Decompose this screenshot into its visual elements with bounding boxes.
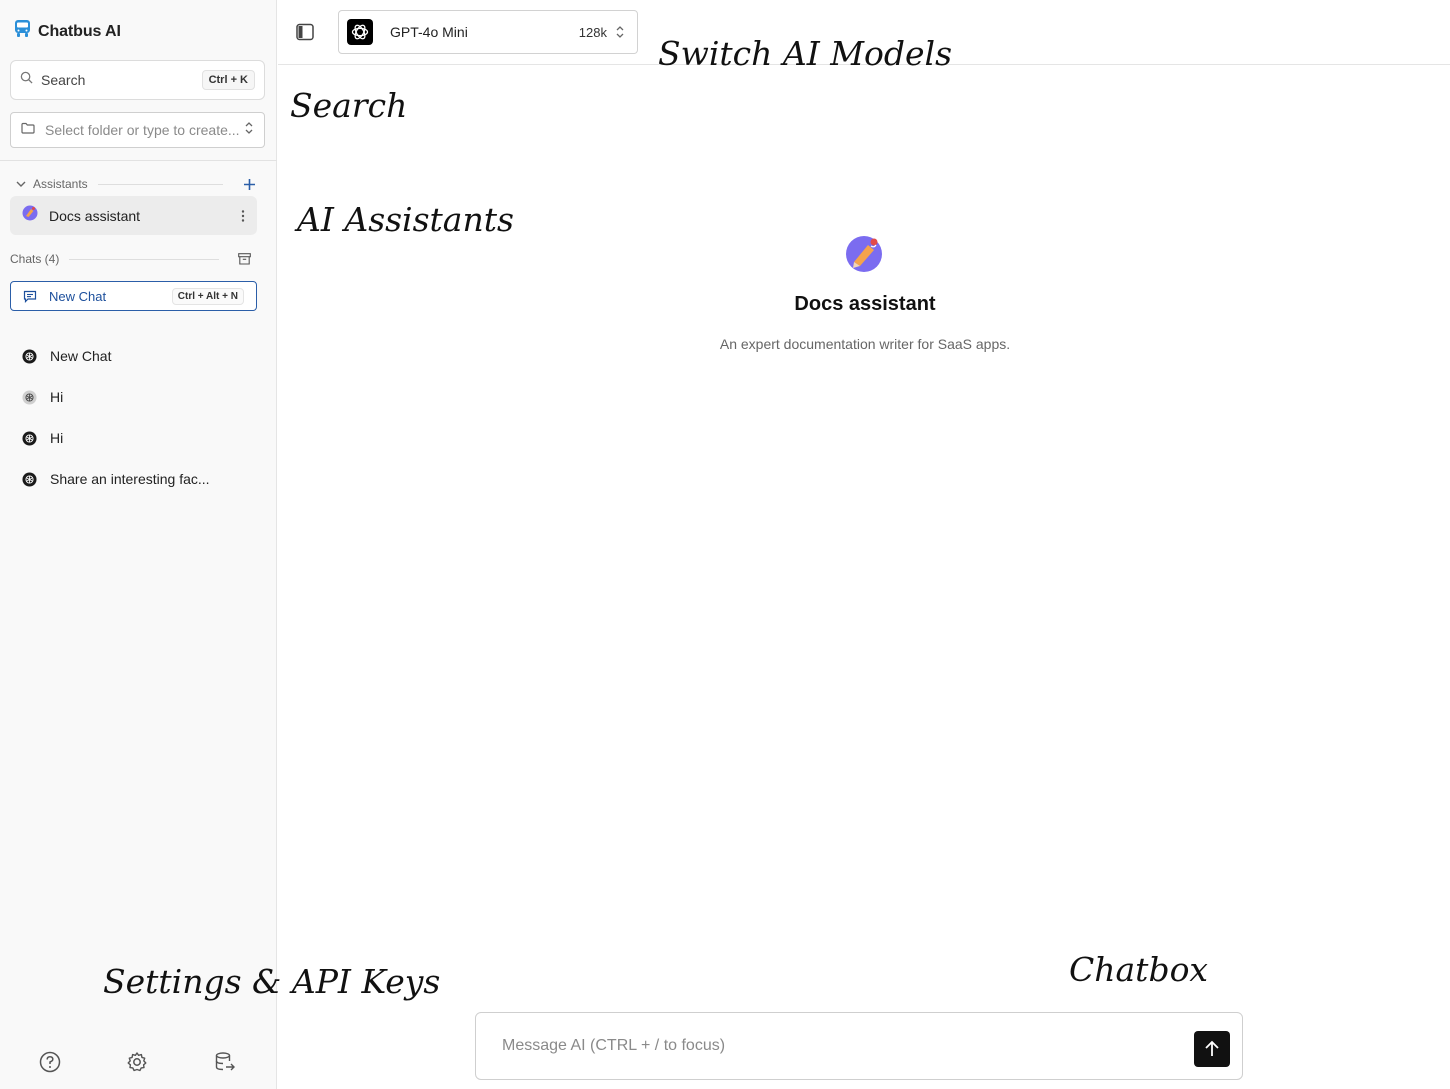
- chat-list-item[interactable]: Share an interesting fac...: [22, 466, 262, 492]
- new-chat-label: New Chat: [49, 288, 107, 304]
- assistant-description: An expert documentation writer for SaaS …: [719, 336, 1011, 352]
- chat-list-item[interactable]: Hi: [22, 425, 262, 451]
- sidebar-divider: [0, 160, 277, 161]
- search-icon: [20, 71, 33, 89]
- help-icon[interactable]: [37, 1049, 63, 1075]
- annotation-switch-models: Switch AI Models: [658, 34, 953, 73]
- sidebar: Chatbus AI Search Ctrl + K Select folder…: [0, 0, 277, 1089]
- chat-item-label: Hi: [50, 389, 64, 405]
- assistants-divider: [97, 183, 223, 185]
- chat-item-label: Hi: [50, 430, 64, 446]
- new-chat-button[interactable]: New Chat Ctrl + Alt + N: [10, 281, 257, 311]
- app-title: Chatbus AI: [38, 22, 121, 40]
- message-input[interactable]: Message AI (CTRL + / to focus): [475, 1012, 1243, 1080]
- model-selector[interactable]: GPT-4o Mini 128k: [338, 10, 638, 54]
- openai-logo-icon: [347, 19, 373, 45]
- annotation-chatbox: Chatbox: [1069, 950, 1209, 989]
- message-icon: [23, 290, 37, 303]
- chevron-updown-icon: [615, 25, 625, 39]
- settings-icon[interactable]: [124, 1049, 150, 1075]
- search-shortcut: Ctrl + K: [201, 70, 255, 90]
- assistant-intro: Docs assistant An expert documentation w…: [665, 234, 1065, 352]
- chats-header: Chats (4): [10, 252, 252, 266]
- folder-icon: [21, 121, 35, 139]
- assistants-header: Assistants: [10, 177, 256, 191]
- arrow-up-icon: [1205, 1040, 1219, 1056]
- annotation-search: Search: [290, 86, 408, 125]
- annotation-assistants: AI Assistants: [297, 200, 514, 239]
- chat-item-label: Share an interesting fac...: [50, 471, 210, 487]
- folder-placeholder: Select folder or type to create...: [45, 122, 240, 138]
- chevron-down-icon[interactable]: [16, 181, 26, 188]
- openai-icon: [22, 389, 37, 405]
- assistant-avatar-icon: [22, 205, 38, 226]
- annotation-settings: Settings & API Keys: [103, 962, 441, 1001]
- chat-list-item[interactable]: New Chat: [22, 343, 262, 369]
- new-chat-shortcut: Ctrl + Alt + N: [171, 287, 244, 305]
- message-placeholder: Message AI (CTRL + / to focus): [502, 1037, 726, 1054]
- brand: Chatbus AI: [14, 19, 121, 44]
- chat-list-item[interactable]: Hi: [22, 384, 262, 410]
- archive-icon[interactable]: [238, 253, 252, 265]
- chats-divider: [69, 258, 220, 260]
- openai-icon: [22, 430, 37, 446]
- chevron-updown-icon: [244, 121, 254, 140]
- chat-item-label: New Chat: [50, 348, 112, 364]
- chats-heading: Chats (4): [10, 252, 60, 266]
- more-vertical-icon[interactable]: [241, 209, 245, 223]
- model-name: GPT-4o Mini: [390, 24, 468, 40]
- assistant-title: Docs assistant: [794, 293, 936, 315]
- sidebar-toggle-icon[interactable]: [294, 21, 316, 43]
- search-input[interactable]: Search Ctrl + K: [10, 60, 265, 100]
- assistant-item-label: Docs assistant: [49, 207, 141, 224]
- assistant-avatar-icon: [845, 234, 885, 279]
- send-button[interactable]: [1194, 1031, 1230, 1067]
- model-context-size: 128k: [578, 24, 607, 40]
- openai-icon: [22, 348, 37, 364]
- assistant-item-docs[interactable]: Docs assistant: [10, 196, 257, 235]
- folder-select[interactable]: Select folder or type to create...: [10, 112, 265, 148]
- openai-icon: [22, 471, 37, 487]
- add-assistant-icon[interactable]: [243, 178, 256, 191]
- bus-logo-icon: [14, 19, 31, 44]
- database-export-icon[interactable]: [212, 1049, 238, 1075]
- assistants-heading: Assistants: [33, 177, 88, 191]
- search-placeholder: Search: [41, 72, 86, 88]
